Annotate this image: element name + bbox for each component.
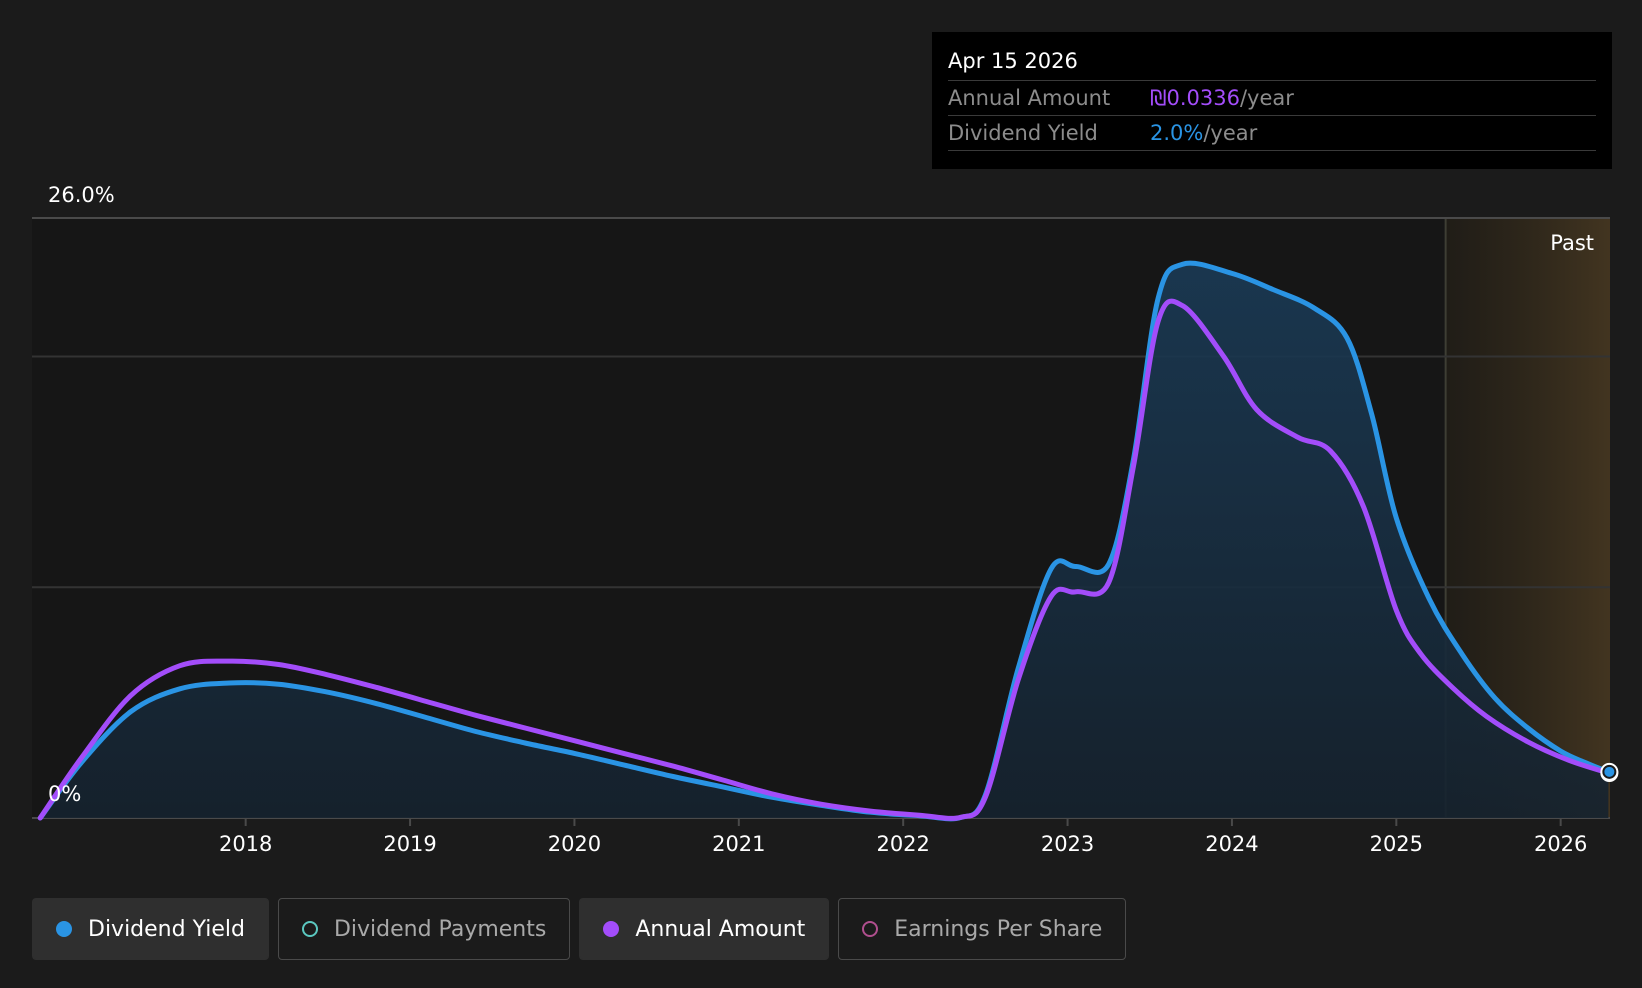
tooltip-suffix: /year — [1203, 121, 1258, 145]
tooltip-value: 2.0% — [1150, 121, 1204, 145]
x-tick-label: 2026 — [1534, 832, 1587, 856]
tooltip-value: ₪0.0336 — [1150, 86, 1240, 110]
y-axis-min-label: 0% — [48, 782, 81, 806]
past-label: Past — [1550, 231, 1594, 255]
x-tick-label: 2022 — [876, 832, 929, 856]
tooltip: Apr 15 2026 Annual Amount ₪0.0336 /year … — [932, 32, 1612, 169]
x-tick-label: 2020 — [548, 832, 601, 856]
legend-earnings-per-share[interactable]: Earnings Per Share — [838, 898, 1127, 960]
tooltip-row-dividend-yield: Dividend Yield 2.0% /year — [948, 116, 1596, 151]
legend-label: Annual Amount — [635, 916, 806, 942]
legend-label: Dividend Payments — [333, 916, 547, 942]
x-tick-label: 2024 — [1205, 832, 1258, 856]
legend-dot-icon — [603, 921, 620, 937]
legend-dot-icon — [301, 921, 318, 937]
tooltip-row-annual-amount: Annual Amount ₪0.0336 /year — [948, 81, 1596, 116]
tooltip-label: Annual Amount — [948, 86, 1111, 110]
x-tick-label: 2018 — [219, 832, 272, 856]
x-tick-label: 2025 — [1370, 832, 1423, 856]
y-axis-max-label: 26.0% — [48, 183, 115, 207]
legend-label: Earnings Per Share — [894, 916, 1103, 942]
tooltip-date: Apr 15 2026 — [948, 46, 1596, 81]
legend-dividend-payments[interactable]: Dividend Payments — [277, 898, 571, 960]
legend-dot-icon — [56, 921, 72, 937]
legend-label: Dividend Yield — [88, 916, 245, 942]
legend-annual-amount[interactable]: Annual Amount — [579, 898, 830, 960]
legend: Dividend Yield Dividend Payments Annual … — [32, 898, 1127, 960]
x-tick-label: 2019 — [383, 832, 436, 856]
x-tick-label: 2021 — [712, 832, 765, 856]
legend-dot-icon — [862, 921, 879, 937]
series-end-marker-fill — [1604, 766, 1615, 777]
legend-dividend-yield[interactable]: Dividend Yield — [32, 898, 269, 960]
x-tick-label: 2023 — [1041, 832, 1094, 856]
tooltip-label: Dividend Yield — [948, 121, 1098, 145]
tooltip-suffix: /year — [1239, 86, 1294, 110]
